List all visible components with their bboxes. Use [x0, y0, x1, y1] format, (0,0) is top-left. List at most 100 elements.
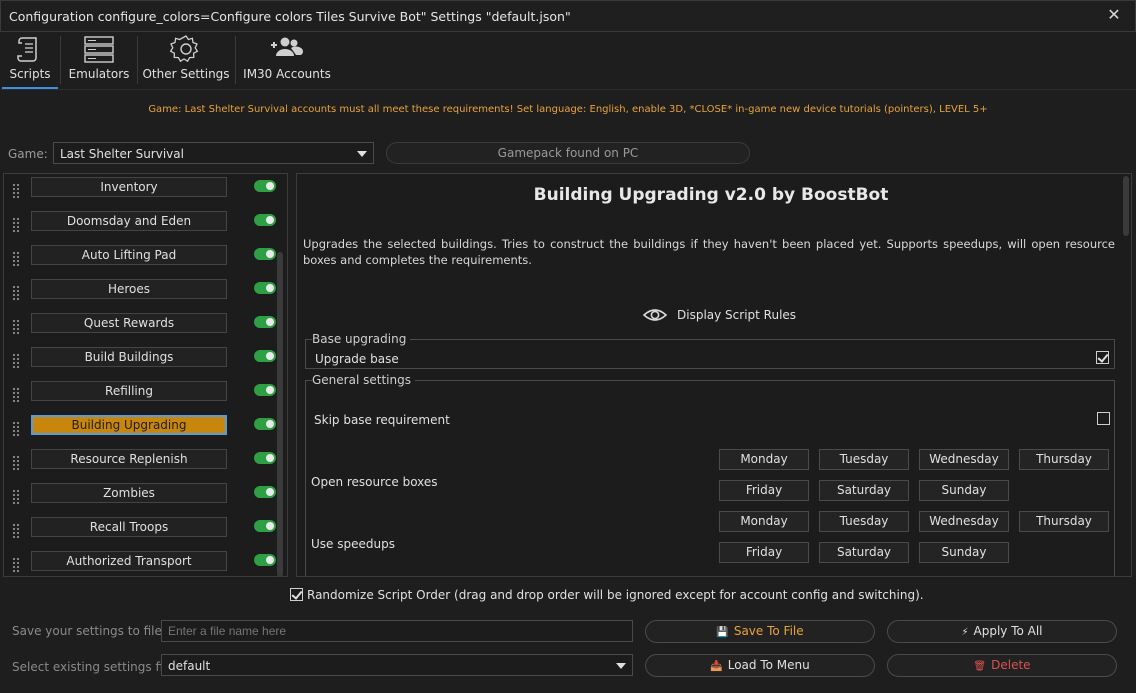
drag-handle-icon[interactable]	[12, 353, 20, 369]
delete-label: Delete	[991, 658, 1031, 672]
drag-handle-icon[interactable]	[12, 523, 20, 539]
skip-base-requirement-label: Skip base requirement	[314, 413, 450, 427]
drag-handle-icon[interactable]	[12, 285, 20, 301]
requirements-notice: Game: Last Shelter Survival accounts mus…	[148, 104, 988, 115]
speedups-day-friday[interactable]: Friday	[719, 542, 809, 563]
randomize-order-label: Randomize Script Order (drag and drop or…	[307, 588, 924, 602]
open-boxes-day-sunday[interactable]: Sunday	[919, 480, 1009, 501]
script-toggle[interactable]	[254, 452, 276, 464]
window-title: Configuration configure_colors=Configure…	[9, 9, 571, 24]
open-boxes-day-saturday[interactable]: Saturday	[819, 480, 909, 501]
speedups-day-monday[interactable]: Monday	[719, 511, 809, 532]
tab-im30-accounts[interactable]: IM30 Accounts	[242, 33, 332, 88]
load-to-menu-label: Load To Menu	[727, 658, 810, 672]
script-button-build-buildings[interactable]: Build Buildings	[31, 347, 227, 367]
list-item: Heroes	[4, 276, 276, 310]
base-upgrading-group: Base upgrading Upgrade base	[305, 332, 1115, 369]
speedups-day-tuesday[interactable]: Tuesday	[819, 511, 909, 532]
detail-scrollbar[interactable]	[1123, 176, 1129, 236]
script-toggle[interactable]	[254, 248, 276, 260]
select-settings-label: Select existing settings file	[12, 660, 174, 674]
users-add-icon	[271, 37, 303, 56]
script-toggle[interactable]	[254, 282, 276, 294]
open-boxes-day-friday[interactable]: Friday	[719, 480, 809, 501]
script-button-zombies[interactable]: Zombies	[31, 483, 227, 503]
list-item: Refilling	[4, 378, 276, 412]
tab-label: Emulators	[68, 67, 130, 81]
script-button-heroes[interactable]: Heroes	[31, 279, 227, 299]
settings-filename-input[interactable]	[161, 620, 633, 642]
script-toggle[interactable]	[254, 214, 276, 226]
list-item: Recall Troops	[4, 514, 276, 548]
script-list-scrollbar[interactable]	[277, 252, 283, 577]
script-toggle[interactable]	[254, 384, 276, 396]
list-item: Quest Rewards	[4, 310, 276, 344]
game-select-value: Last Shelter Survival	[60, 147, 184, 161]
settings-file-select[interactable]: default	[161, 654, 633, 676]
load-to-menu-button[interactable]: 📥 Load To Menu	[645, 654, 875, 677]
save-to-file-button[interactable]: 💾 Save To File	[645, 620, 875, 643]
script-toggle[interactable]	[254, 180, 276, 192]
script-description: Upgrades the selected buildings. Tries t…	[303, 237, 1115, 267]
script-button-auto-lifting-pad[interactable]: Auto Lifting Pad	[31, 245, 227, 265]
script-button-building-upgrading[interactable]: Building Upgrading	[31, 415, 227, 435]
script-list: Inventory Doomsday and Eden Auto Lifting…	[3, 173, 288, 577]
script-button-inventory[interactable]: Inventory	[31, 177, 227, 197]
tab-scripts[interactable]: Scripts	[2, 33, 58, 88]
drag-handle-icon[interactable]	[12, 489, 20, 505]
list-item: Zombies	[4, 480, 276, 514]
tabs-underline	[0, 89, 1136, 90]
script-toggle[interactable]	[254, 350, 276, 362]
eye-icon	[642, 309, 668, 321]
apply-to-all-button[interactable]: ⚡ Apply To All	[887, 620, 1117, 643]
drag-handle-icon[interactable]	[12, 251, 20, 267]
script-button-resource-replenish[interactable]: Resource Replenish	[31, 449, 227, 469]
script-toggle[interactable]	[254, 554, 276, 566]
gear-icon	[170, 35, 199, 63]
tab-emulators[interactable]: Emulators	[64, 33, 134, 88]
trash-icon: 🗑	[973, 661, 987, 672]
display-script-rules-button[interactable]: Display Script Rules	[642, 304, 796, 326]
script-toggle[interactable]	[254, 418, 276, 430]
drag-handle-icon[interactable]	[12, 217, 20, 233]
script-toggle[interactable]	[254, 316, 276, 328]
tab-other-settings[interactable]: Other Settings	[142, 33, 230, 88]
speedups-day-thursday[interactable]: Thursday	[1019, 511, 1109, 532]
randomize-order-checkbox[interactable]	[290, 588, 303, 601]
display-script-rules-label: Display Script Rules	[677, 308, 797, 322]
script-toggle[interactable]	[254, 520, 276, 532]
open-boxes-day-monday[interactable]: Monday	[719, 449, 809, 470]
speedups-day-wednesday[interactable]: Wednesday	[919, 511, 1009, 532]
drag-handle-icon[interactable]	[12, 455, 20, 471]
drag-handle-icon[interactable]	[12, 387, 20, 403]
script-button-quest-rewards[interactable]: Quest Rewards	[31, 313, 227, 333]
scroll-icon	[17, 37, 37, 62]
close-icon[interactable]: ✕	[1105, 5, 1123, 25]
tab-divider	[60, 36, 61, 84]
drag-handle-icon[interactable]	[12, 183, 20, 199]
speedups-day-sunday[interactable]: Sunday	[919, 542, 1009, 563]
script-button-refilling[interactable]: Refilling	[31, 381, 227, 401]
group-legend: Base upgrading	[312, 332, 411, 346]
script-button-recall-troops[interactable]: Recall Troops	[31, 517, 227, 537]
script-button-authorized-transport[interactable]: Authorized Transport	[31, 551, 227, 571]
open-boxes-day-tuesday[interactable]: Tuesday	[819, 449, 909, 470]
upgrade-base-label: Upgrade base	[315, 352, 399, 366]
drag-handle-icon[interactable]	[12, 319, 20, 335]
drag-handle-icon[interactable]	[12, 557, 20, 573]
use-speedups-label: Use speedups	[311, 537, 395, 551]
settings-file-select-value: default	[168, 659, 211, 673]
gamepack-status: Gamepack found on PC	[386, 142, 750, 164]
chevron-down-icon	[616, 663, 626, 669]
open-boxes-day-thursday[interactable]: Thursday	[1019, 449, 1109, 470]
skip-base-requirement-checkbox[interactable]	[1097, 412, 1110, 425]
script-toggle[interactable]	[254, 486, 276, 498]
game-select[interactable]: Last Shelter Survival	[53, 142, 374, 164]
open-boxes-day-wednesday[interactable]: Wednesday	[919, 449, 1009, 470]
script-button-doomsday-and-eden[interactable]: Doomsday and Eden	[31, 211, 227, 231]
tab-divider	[137, 36, 138, 84]
delete-button[interactable]: 🗑 Delete	[887, 654, 1117, 677]
drag-handle-icon[interactable]	[12, 421, 20, 437]
speedups-day-saturday[interactable]: Saturday	[819, 542, 909, 563]
upgrade-base-checkbox[interactable]	[1096, 351, 1109, 364]
